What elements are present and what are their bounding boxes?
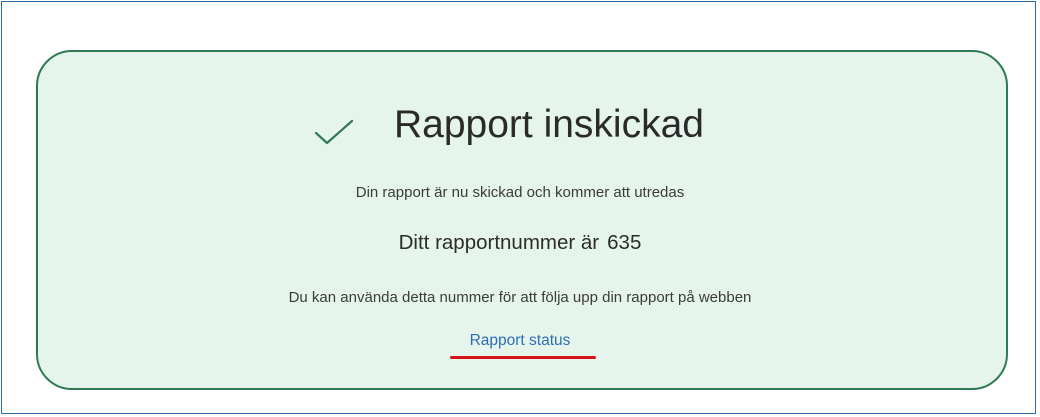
confirmation-header: Rapport inskickad	[0, 100, 1040, 150]
page-title: Rapport inskickad	[394, 103, 704, 146]
report-number-value: 635	[607, 231, 642, 254]
follow-up-info: Du kan använda detta nummer för att följ…	[288, 289, 752, 306]
confirmation-message: Din rapport är nu skickad och kommer att…	[355, 184, 685, 201]
status-link-container: Rapport status	[0, 332, 1040, 350]
report-number-label: Ditt rapportnummer är	[398, 231, 600, 254]
report-status-link[interactable]: Rapport status	[470, 332, 571, 349]
checkmark-icon	[314, 119, 354, 145]
highlight-underline	[450, 356, 596, 359]
report-number-line: Ditt rapportnummer är 635	[0, 231, 1040, 255]
